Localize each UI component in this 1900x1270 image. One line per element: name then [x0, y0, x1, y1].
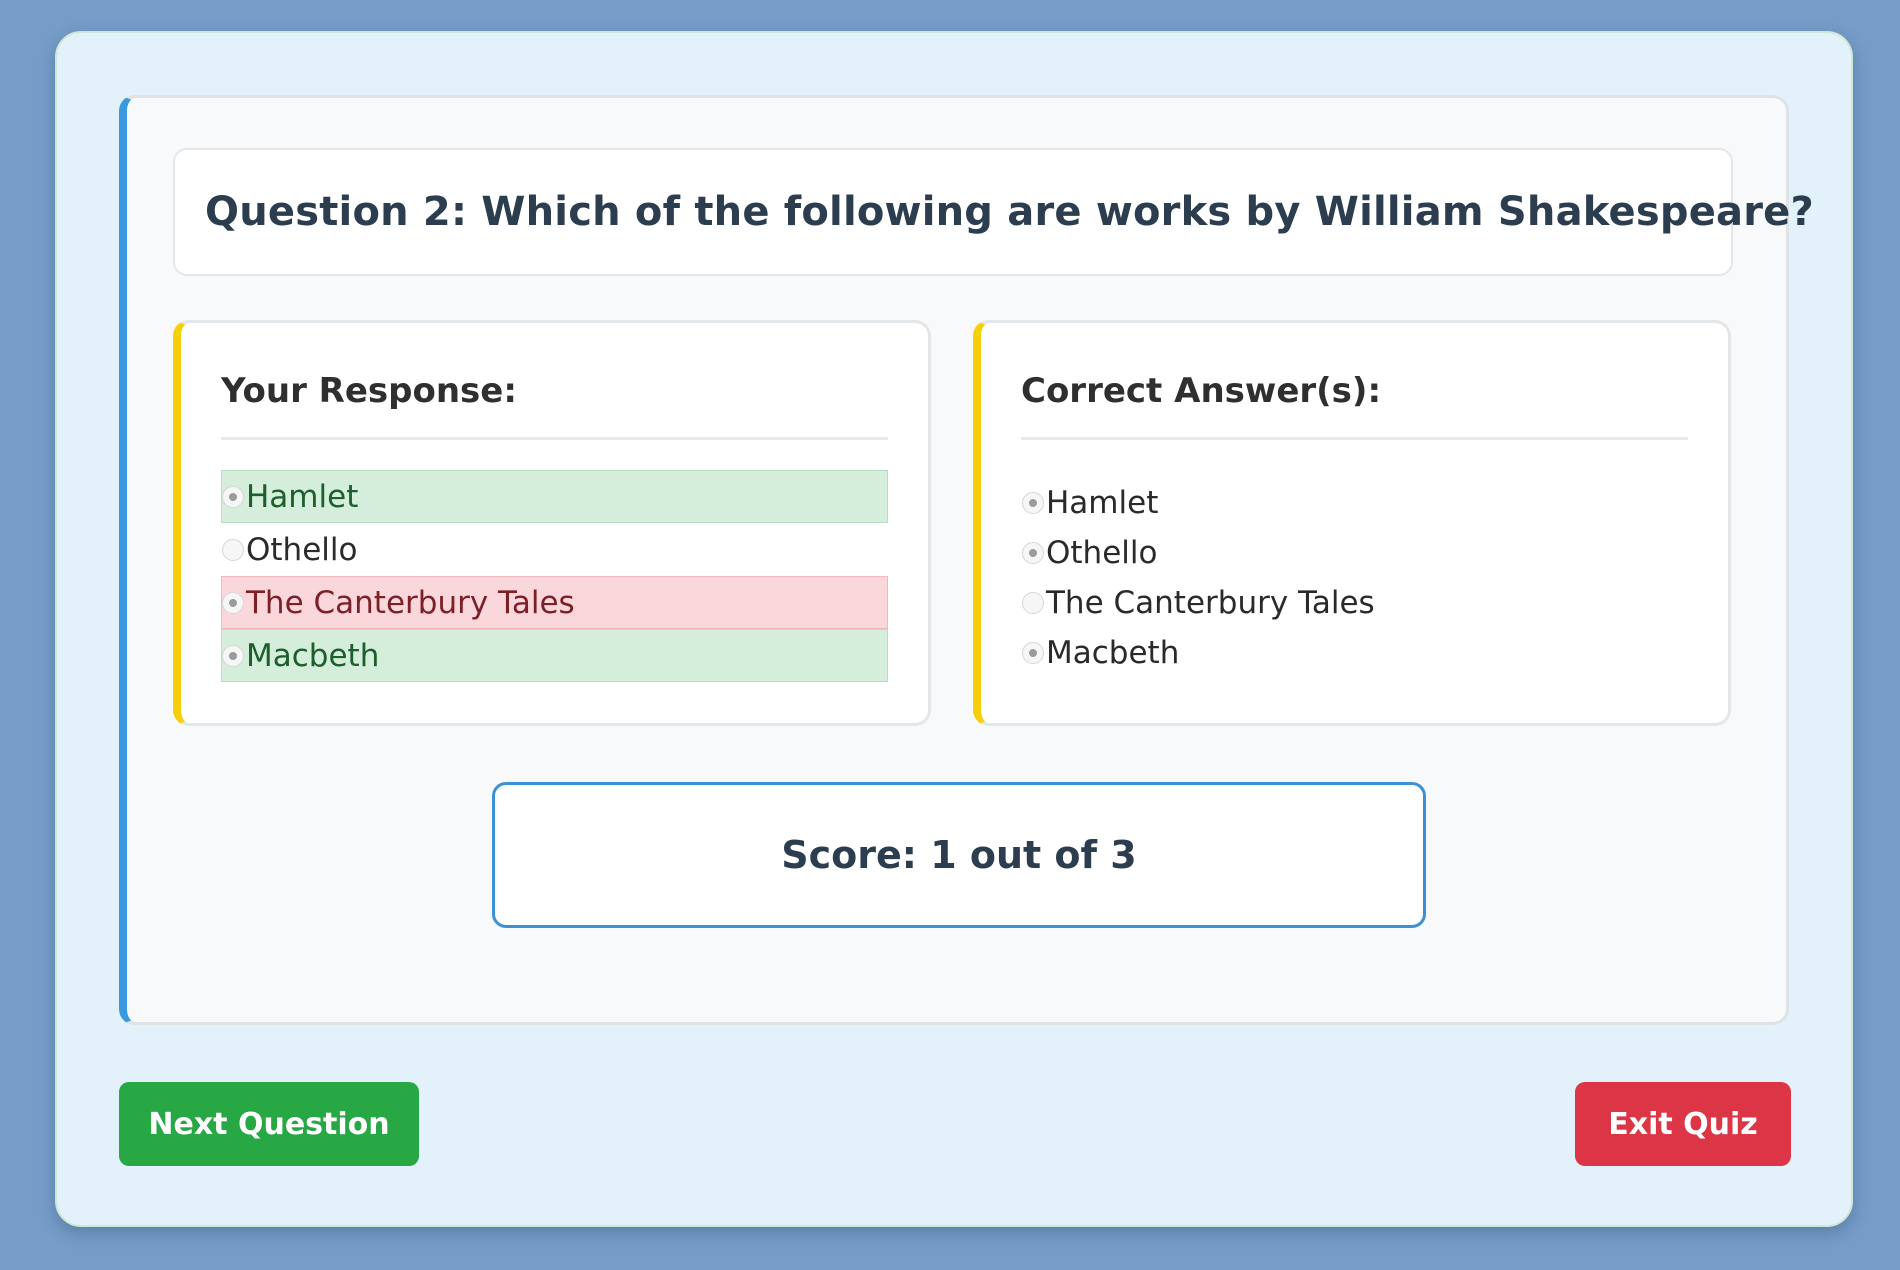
correct-option-list: Hamlet Othello The Canterbury Tales Macb… [1021, 478, 1688, 678]
correct-answers-heading: Correct Answer(s): [1021, 371, 1688, 440]
response-option-hamlet: Hamlet [221, 470, 888, 523]
option-label: Othello [1046, 535, 1158, 571]
response-option-list: Hamlet Othello The Canterbury Tales Macb… [221, 470, 888, 682]
radio-icon [1022, 592, 1044, 614]
radio-icon [222, 644, 244, 667]
option-label: The Canterbury Tales [246, 584, 575, 621]
score-text: Score: 1 out of 3 [781, 833, 1137, 877]
radio-icon [222, 591, 244, 614]
option-label: Hamlet [246, 478, 359, 515]
exit-quiz-button[interactable]: Exit Quiz [1575, 1082, 1791, 1166]
correct-option-macbeth: Macbeth [1021, 628, 1688, 678]
response-option-macbeth: Macbeth [221, 629, 888, 682]
your-response-panel: Your Response: Hamlet Othello The Canter… [173, 320, 931, 726]
radio-icon [222, 485, 244, 508]
option-label: Macbeth [246, 637, 380, 674]
radio-icon [1022, 642, 1044, 664]
quiz-container: Question 2: Which of the following are w… [55, 31, 1853, 1227]
question-card: Question 2: Which of the following are w… [119, 95, 1814, 1025]
your-response-heading: Your Response: [221, 371, 888, 440]
correct-option-hamlet: Hamlet [1021, 478, 1688, 528]
correct-option-othello: Othello [1021, 528, 1688, 578]
option-label: Macbeth [1046, 635, 1180, 671]
radio-icon [1022, 542, 1044, 564]
question-title: Question 2: Which of the following are w… [205, 189, 1814, 235]
option-label: Othello [246, 531, 358, 568]
correct-answers-panel: Correct Answer(s): Hamlet Othello The Ca… [973, 320, 1731, 726]
response-option-othello: Othello [221, 523, 888, 576]
radio-icon [1022, 492, 1044, 514]
next-question-button[interactable]: Next Question [119, 1082, 419, 1166]
score-box: Score: 1 out of 3 [492, 782, 1426, 928]
correct-option-canterbury-tales: The Canterbury Tales [1021, 578, 1688, 628]
option-label: Hamlet [1046, 485, 1159, 521]
question-header: Question 2: Which of the following are w… [173, 148, 1814, 276]
option-label: The Canterbury Tales [1046, 585, 1375, 621]
radio-icon [222, 538, 244, 561]
response-option-canterbury-tales: The Canterbury Tales [221, 576, 888, 629]
